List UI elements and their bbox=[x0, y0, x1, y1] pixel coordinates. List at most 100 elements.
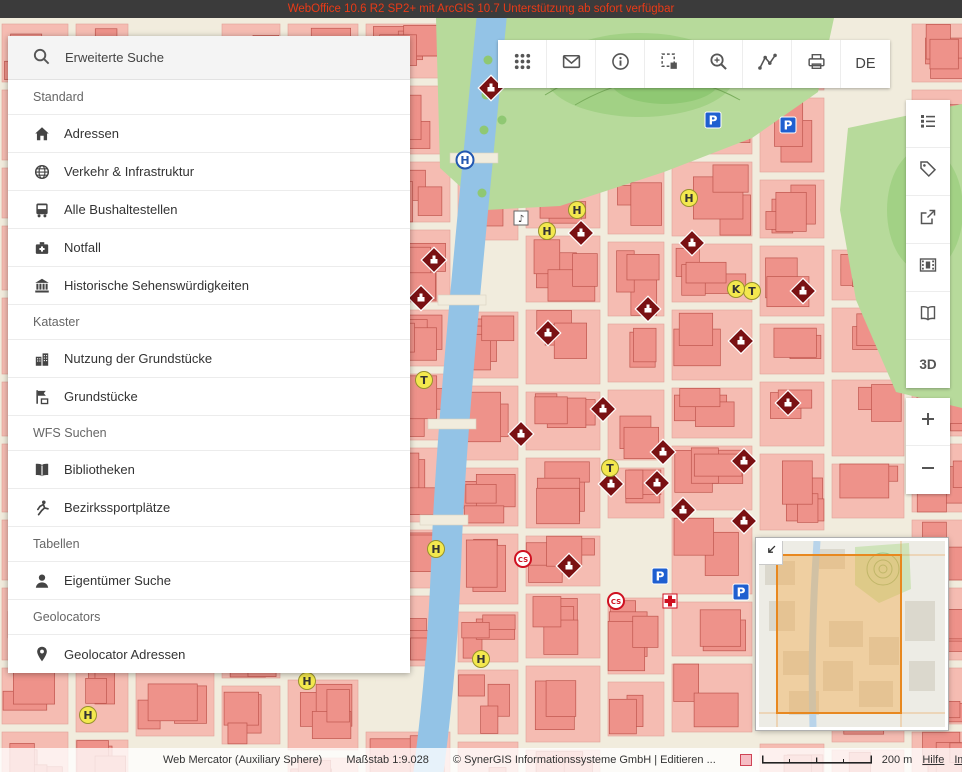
search-item-sehenswuerdigkeiten[interactable]: Historische Sehenswürdigkeiten bbox=[8, 267, 410, 305]
home-icon bbox=[33, 125, 51, 143]
select-button[interactable] bbox=[645, 40, 694, 88]
first-aid-icon bbox=[33, 239, 51, 257]
svg-text:H: H bbox=[431, 543, 440, 556]
tag-button[interactable] bbox=[906, 148, 950, 196]
bus-stop-marker[interactable]: H bbox=[80, 707, 97, 724]
zoom-out-button[interactable] bbox=[906, 446, 950, 494]
svg-text:H: H bbox=[684, 192, 693, 205]
svg-text:T: T bbox=[420, 374, 428, 387]
svg-text:CS: CS bbox=[611, 598, 621, 606]
bus-stop-marker[interactable]: H bbox=[681, 190, 698, 207]
search-item-eigentuemer[interactable]: Eigentümer Suche bbox=[8, 562, 410, 600]
svg-text:H: H bbox=[542, 225, 551, 238]
basemap-button[interactable] bbox=[906, 244, 950, 292]
info-button[interactable] bbox=[596, 40, 645, 88]
search-item-verkehr[interactable]: Verkehr & Infrastruktur bbox=[8, 153, 410, 191]
overview-map[interactable] bbox=[756, 538, 948, 730]
search-panel-title: Erweiterte Suche bbox=[65, 50, 164, 65]
apps-menu-button[interactable] bbox=[498, 40, 547, 88]
search-item-label: Bibliotheken bbox=[64, 462, 135, 477]
svg-text:P: P bbox=[709, 114, 718, 128]
search-panel-header[interactable]: Erweiterte Suche bbox=[8, 36, 410, 80]
main-toolbar: DE bbox=[498, 40, 890, 88]
status-bar: Web Mercator (Auxiliary Sphere) Maßstab … bbox=[0, 748, 962, 772]
bus-stop-marker[interactable]: H bbox=[539, 223, 556, 240]
section-label-kataster: Kataster bbox=[8, 305, 410, 340]
select-icon bbox=[659, 51, 680, 77]
svg-text:P: P bbox=[656, 570, 665, 584]
parking-marker[interactable]: P bbox=[780, 117, 796, 133]
carsharing-marker[interactable]: CS bbox=[608, 593, 624, 609]
parking-marker[interactable]: P bbox=[733, 584, 749, 600]
search-item-bushaltestellen[interactable]: Alle Bushaltestellen bbox=[8, 191, 410, 229]
search-item-bibliotheken[interactable]: Bibliotheken bbox=[8, 451, 410, 489]
section-label-standard: Standard bbox=[8, 80, 410, 115]
music-marker[interactable]: ♪ bbox=[514, 211, 528, 225]
impressum-link[interactable]: Impressum bbox=[954, 754, 962, 766]
print-icon bbox=[806, 51, 827, 77]
pharmacy-marker[interactable] bbox=[663, 594, 677, 608]
map-pin-icon bbox=[33, 645, 51, 663]
apps-grid-icon bbox=[512, 51, 533, 77]
search-item-label: Grundstücke bbox=[64, 389, 138, 404]
plus-icon bbox=[918, 409, 938, 434]
parking-marker[interactable]: P bbox=[705, 112, 721, 128]
parking-marker[interactable]: P bbox=[652, 568, 668, 584]
zoom-in-button[interactable] bbox=[906, 398, 950, 446]
svg-text:H: H bbox=[83, 709, 92, 722]
scalebar bbox=[762, 753, 872, 768]
stop-marker-k[interactable]: K bbox=[728, 281, 745, 298]
view-3d-button[interactable]: 3D bbox=[906, 340, 950, 388]
zoom-tool-button[interactable] bbox=[694, 40, 743, 88]
zoom-bar bbox=[906, 398, 950, 494]
search-item-grundstuecke[interactable]: Grundstücke bbox=[8, 378, 410, 416]
search-item-label: Geolocator Adressen bbox=[64, 647, 185, 662]
runner-icon bbox=[33, 499, 51, 517]
overview-collapse-button[interactable] bbox=[759, 541, 783, 565]
measure-button[interactable] bbox=[743, 40, 792, 88]
search-item-nutzung[interactable]: Nutzung der Grundstücke bbox=[8, 340, 410, 378]
share-icon bbox=[918, 207, 938, 232]
print-button[interactable] bbox=[792, 40, 841, 88]
tag-icon bbox=[918, 159, 938, 184]
language-button[interactable]: DE bbox=[841, 40, 890, 88]
tram-stop-marker[interactable]: T bbox=[416, 372, 433, 389]
search-item-label: Historische Sehenswürdigkeiten bbox=[64, 278, 249, 293]
svg-text:♪: ♪ bbox=[518, 214, 524, 225]
museum-icon bbox=[33, 277, 51, 295]
tram-stop-marker[interactable]: T bbox=[744, 283, 761, 300]
collapse-arrow-icon bbox=[764, 543, 778, 562]
bus-stop-marker[interactable]: H bbox=[299, 673, 316, 690]
search-item-sportplaetze[interactable]: Bezirkssportplätze bbox=[8, 489, 410, 527]
map-book-button[interactable] bbox=[906, 292, 950, 340]
toc-button[interactable] bbox=[906, 100, 950, 148]
search-item-notfall[interactable]: Notfall bbox=[8, 229, 410, 267]
mail-button[interactable] bbox=[547, 40, 596, 88]
svg-text:H: H bbox=[460, 154, 469, 167]
search-item-label: Bezirkssportplätze bbox=[64, 500, 170, 515]
share-button[interactable] bbox=[906, 196, 950, 244]
svg-text:H: H bbox=[476, 653, 485, 666]
scale-label: Maßstab 1:9.028 bbox=[346, 754, 429, 766]
overview-map-canvas[interactable] bbox=[759, 541, 945, 727]
bus-stop-marker[interactable]: H bbox=[569, 202, 586, 219]
search-item-adressen[interactable]: Adressen bbox=[8, 115, 410, 153]
zoom-icon bbox=[708, 51, 729, 77]
book-icon bbox=[33, 461, 51, 479]
toc-icon bbox=[918, 111, 938, 136]
copyright-label: © SynerGIS Informationssysteme GmbH | Ed… bbox=[453, 754, 716, 766]
map-book-icon bbox=[918, 303, 938, 328]
info-icon bbox=[610, 51, 631, 77]
mail-icon bbox=[561, 51, 582, 77]
bus-stop-marker[interactable]: H bbox=[473, 651, 490, 668]
svg-text:H: H bbox=[572, 204, 581, 217]
bus-stop-marker[interactable]: H bbox=[428, 541, 445, 558]
help-link[interactable]: Hilfe bbox=[922, 754, 944, 766]
tram-stop-marker[interactable]: T bbox=[602, 460, 619, 477]
search-item-geolocator-adressen[interactable]: Geolocator Adressen bbox=[8, 635, 410, 673]
search-item-label: Adressen bbox=[64, 126, 119, 141]
minus-icon bbox=[918, 458, 938, 483]
search-icon bbox=[32, 47, 51, 69]
carsharing-marker[interactable]: CS bbox=[515, 551, 531, 567]
hospital-marker[interactable]: H bbox=[457, 152, 474, 169]
